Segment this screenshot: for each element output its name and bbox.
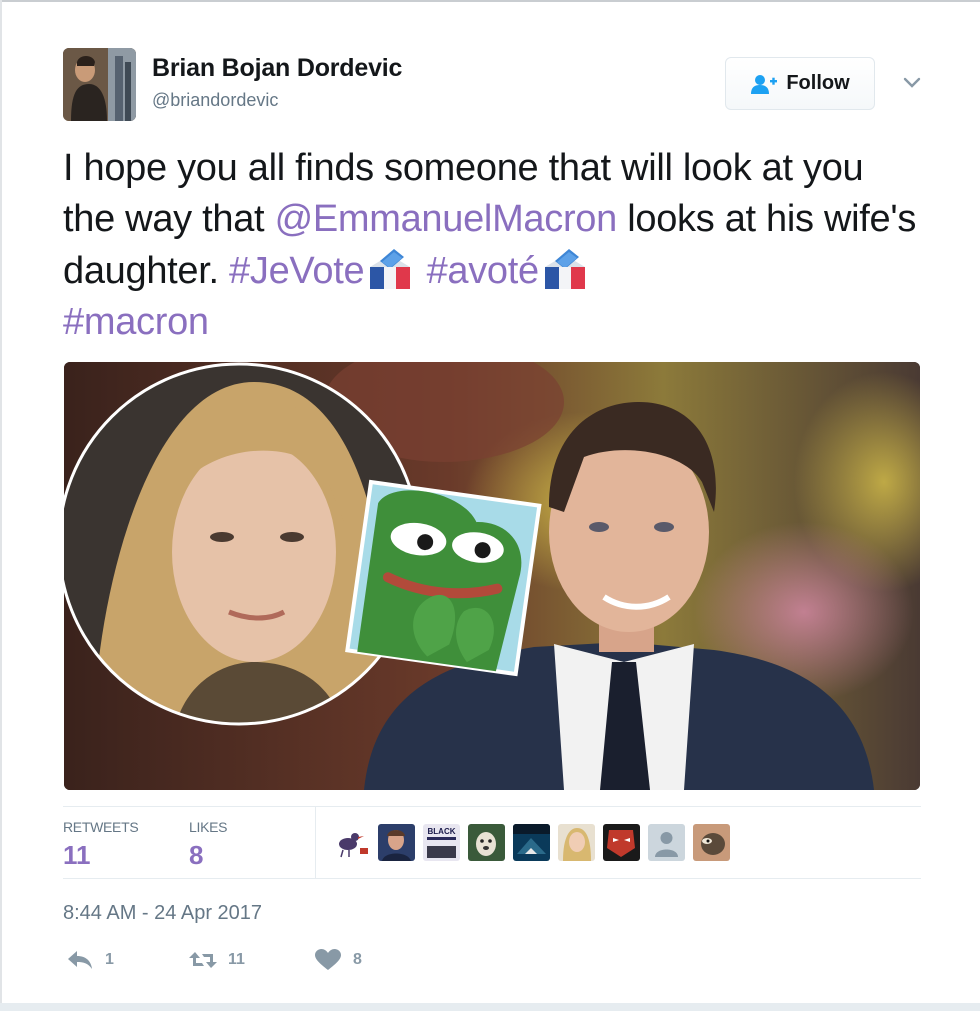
reply-count: 1 [105, 951, 114, 968]
window-border-top [0, 0, 980, 2]
dog-avatar [468, 824, 505, 861]
profile-photo [63, 48, 136, 121]
author-name[interactable]: Brian Bojan Dordevic [152, 54, 402, 83]
mention-link[interactable]: @EmmanuelMacron [275, 198, 618, 240]
liker-avatar[interactable] [513, 824, 550, 861]
liker-avatar[interactable] [378, 824, 415, 861]
like-count: 8 [353, 951, 362, 968]
pepe-avatar [693, 824, 730, 861]
chevron-down-icon[interactable] [900, 74, 924, 92]
window-border-left [0, 0, 2, 1011]
ballot-box-emoji [370, 249, 411, 289]
retweets-count[interactable]: 11 [63, 840, 91, 871]
likers-list: BLACK [333, 824, 730, 861]
likes-label[interactable]: LIKES [189, 819, 228, 835]
hashtag-jevote[interactable]: #JeVote [229, 250, 365, 292]
shark-avatar [513, 824, 550, 861]
retweet-button[interactable]: 11 [188, 948, 245, 972]
like-button[interactable]: 8 [313, 948, 362, 972]
stats-divider-vertical [315, 806, 316, 878]
reply-icon [68, 951, 92, 969]
heart-icon [315, 949, 341, 970]
liker-avatar[interactable]: BLACK [423, 824, 460, 861]
liker-avatar[interactable] [693, 824, 730, 861]
default-avatar [648, 824, 685, 861]
liker-avatar[interactable] [333, 824, 370, 861]
add-user-icon [751, 74, 778, 94]
liker-avatar[interactable] [648, 824, 685, 861]
retweet-count: 11 [228, 951, 245, 968]
stats-divider-top [63, 806, 921, 807]
follow-button[interactable]: Follow [725, 57, 875, 110]
attached-photo [64, 362, 920, 790]
tweet-text: I hope you all finds someone that will l… [63, 143, 923, 348]
likes-count[interactable]: 8 [189, 840, 203, 871]
liker-avatar[interactable] [558, 824, 595, 861]
ballot-box-emoji [544, 249, 585, 289]
author-handle[interactable]: @briandordevic [152, 90, 278, 111]
red-mask-avatar [603, 824, 640, 861]
tweet-photo[interactable] [64, 362, 920, 790]
liker-avatar[interactable] [468, 824, 505, 861]
window-border-bottom [0, 1003, 980, 1011]
reply-button[interactable]: 1 [65, 948, 114, 972]
liker-avatar[interactable] [603, 824, 640, 861]
bird-avatar [333, 824, 370, 861]
svg-text:BLACK: BLACK [428, 827, 456, 836]
woman-avatar [558, 824, 595, 861]
hashtag-macron[interactable]: #macron [63, 301, 209, 343]
follow-label: Follow [786, 72, 850, 94]
retweets-label[interactable]: RETWEETS [63, 819, 139, 835]
hashtag-avote[interactable]: #avoté [427, 250, 540, 292]
retweet-icon [189, 952, 217, 968]
tweet-timestamp[interactable]: 8:44 AM - 24 Apr 2017 [63, 902, 262, 925]
black-text-avatar: BLACK [423, 824, 460, 861]
author-avatar[interactable] [63, 48, 136, 121]
face-avatar [378, 824, 415, 861]
stats-divider-bottom [63, 878, 921, 879]
